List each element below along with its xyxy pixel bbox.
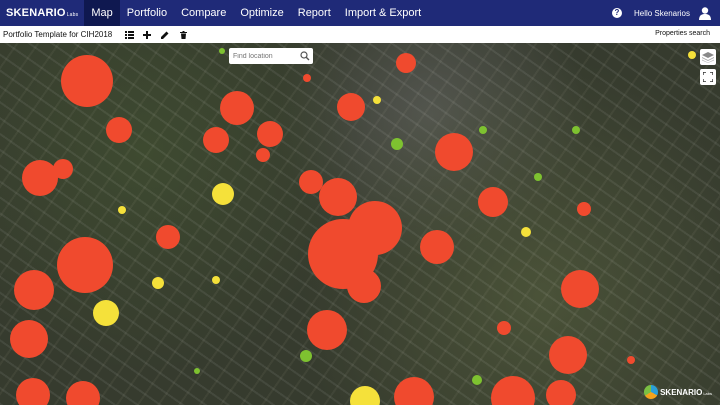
- property-marker-high[interactable]: [256, 148, 270, 162]
- property-marker-high[interactable]: [497, 321, 511, 335]
- top-nav-bar: SKENARIOLabs Map Portfolio Compare Optim…: [0, 0, 720, 26]
- property-marker-high[interactable]: [627, 356, 635, 364]
- property-marker-high[interactable]: [57, 237, 113, 293]
- property-marker-high[interactable]: [303, 74, 311, 82]
- property-marker-high[interactable]: [396, 53, 416, 73]
- watermark-suffix: Labs: [703, 390, 712, 396]
- location-search-box: [229, 48, 313, 64]
- property-marker-high[interactable]: [10, 320, 48, 358]
- layers-button[interactable]: [700, 49, 716, 65]
- nav-item-import-export[interactable]: Import & Export: [338, 0, 428, 26]
- property-marker-low[interactable]: [479, 126, 487, 134]
- property-marker-low[interactable]: [219, 48, 225, 54]
- property-marker-medium[interactable]: [212, 276, 220, 284]
- brand-logo[interactable]: SKENARIOLabs: [0, 7, 84, 19]
- property-marker-low[interactable]: [572, 126, 580, 134]
- property-marker-high[interactable]: [220, 91, 254, 125]
- property-marker-high[interactable]: [257, 121, 283, 147]
- user-greeting[interactable]: Hello Skenarios: [634, 9, 690, 18]
- watermark-name: SKENARIO: [660, 387, 703, 397]
- property-marker-medium[interactable]: [373, 96, 381, 104]
- property-marker-high[interactable]: [319, 178, 357, 216]
- nav-item-optimize[interactable]: Optimize: [233, 0, 290, 26]
- property-marker-high[interactable]: [549, 336, 587, 374]
- help-icon[interactable]: ?: [611, 8, 622, 18]
- brand-suffix: Labs: [66, 12, 79, 18]
- property-marker-medium[interactable]: [212, 183, 234, 205]
- property-marker-high[interactable]: [307, 310, 347, 350]
- layers-icon: [702, 51, 714, 63]
- property-marker-high[interactable]: [53, 159, 73, 179]
- property-marker-high[interactable]: [491, 376, 535, 405]
- property-marker-low[interactable]: [194, 368, 200, 374]
- search-icon[interactable]: [300, 51, 310, 61]
- property-marker-high[interactable]: [14, 270, 54, 310]
- property-marker-medium[interactable]: [688, 51, 696, 59]
- fullscreen-button[interactable]: [700, 69, 716, 85]
- property-marker-high[interactable]: [156, 225, 180, 249]
- pencil-icon[interactable]: [160, 30, 170, 40]
- plus-icon[interactable]: [142, 30, 152, 40]
- property-marker-low[interactable]: [391, 138, 403, 150]
- location-search-input[interactable]: [233, 52, 299, 60]
- property-marker-medium[interactable]: [118, 206, 126, 214]
- property-marker-high[interactable]: [347, 269, 381, 303]
- property-marker-low[interactable]: [472, 375, 482, 385]
- portfolio-toolbar: Portfolio Template for CIH2018 Propertie…: [0, 26, 720, 44]
- property-marker-high[interactable]: [66, 381, 100, 405]
- user-icon[interactable]: [698, 6, 712, 20]
- properties-search-link[interactable]: Properties search: [655, 30, 710, 37]
- trash-icon[interactable]: [178, 30, 188, 40]
- nav-item-report[interactable]: Report: [291, 0, 338, 26]
- property-marker-low[interactable]: [534, 173, 542, 181]
- property-marker-high[interactable]: [61, 55, 113, 107]
- property-marker-high[interactable]: [394, 377, 434, 405]
- property-marker-high[interactable]: [337, 93, 365, 121]
- watermark-logo: SKENARIOLabs: [644, 385, 712, 399]
- property-marker-high[interactable]: [577, 202, 591, 216]
- property-marker-high[interactable]: [478, 187, 508, 217]
- property-marker-medium[interactable]: [152, 277, 164, 289]
- property-marker-high[interactable]: [420, 230, 454, 264]
- brand-name: SKENARIO: [6, 7, 66, 19]
- property-marker-high[interactable]: [546, 380, 576, 405]
- fullscreen-icon: [703, 72, 713, 82]
- portfolio-title: Portfolio Template for CIH2018: [3, 30, 113, 39]
- property-marker-high[interactable]: [561, 270, 599, 308]
- property-marker-high[interactable]: [16, 378, 50, 405]
- map-canvas[interactable]: SKENARIOLabs: [0, 43, 720, 405]
- property-marker-medium[interactable]: [350, 386, 380, 405]
- logo-mark-icon: [644, 385, 659, 399]
- property-marker-medium[interactable]: [521, 227, 531, 237]
- property-marker-medium[interactable]: [93, 300, 119, 326]
- nav-item-map[interactable]: Map: [84, 0, 120, 26]
- nav-item-portfolio[interactable]: Portfolio: [120, 0, 174, 26]
- list-icon[interactable]: [124, 30, 134, 40]
- property-marker-high[interactable]: [203, 127, 229, 153]
- property-marker-high[interactable]: [435, 133, 473, 171]
- property-marker-high[interactable]: [106, 117, 132, 143]
- nav-right-group: ? Hello Skenarios: [611, 0, 720, 26]
- property-marker-low[interactable]: [300, 350, 312, 362]
- nav-item-compare[interactable]: Compare: [174, 0, 233, 26]
